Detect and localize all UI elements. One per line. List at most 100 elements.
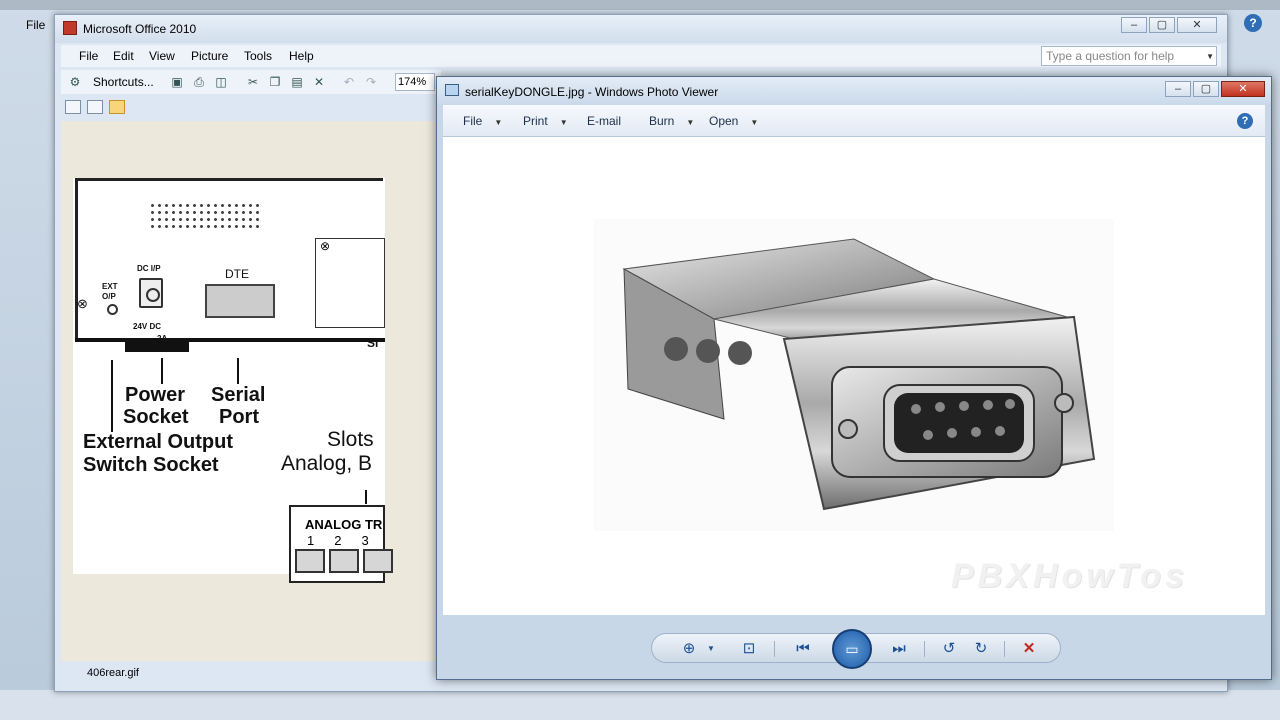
cmd-print[interactable]: Print ▼ [523, 114, 568, 128]
cmd-open[interactable]: Open ▼ [709, 114, 758, 128]
menu-edit[interactable]: Edit [113, 49, 134, 63]
next-icon[interactable]: ⏭ [888, 639, 910, 659]
ext-output-label-2: Switch Socket [83, 454, 219, 476]
photo-viewer-title: serialKeyDONGLE.jpg - Windows Photo View… [465, 85, 719, 99]
chevron-down-icon: ▼ [494, 118, 503, 127]
slot-box [315, 238, 385, 328]
pv-maximize-button[interactable]: ▢ [1193, 81, 1219, 97]
slideshow-button[interactable]: ▭ [832, 629, 872, 669]
zoom-field[interactable]: 174% [395, 73, 435, 91]
close-button[interactable]: ✕ [1177, 17, 1217, 33]
serial-dongle-image [622, 238, 1096, 511]
chevron-down-icon: ▼ [750, 118, 759, 127]
paste-icon[interactable]: ▤ [289, 74, 305, 90]
cmd-burn[interactable]: Burn ▼ [649, 114, 694, 128]
ext-label-2: O/P [102, 292, 116, 301]
ext-jack-shape [107, 304, 118, 315]
analog-port [329, 549, 359, 573]
nav-separator [1004, 641, 1005, 657]
power-label-1: Power [125, 384, 186, 406]
photo-viewer-window: serialKeyDONGLE.jpg - Windows Photo View… [436, 76, 1272, 680]
pv-minimize-button[interactable]: – [1165, 81, 1191, 97]
photo-viewer-navbar: ⊕ ▼ ⊡ ⏮ ▭ ⏭ ↺ ↻ ✕ [651, 629, 1061, 669]
pv-close-button[interactable]: ✕ [1221, 81, 1265, 97]
redo-icon[interactable]: ↷ [363, 74, 379, 90]
actual-size-icon[interactable]: ⊡ [738, 639, 760, 659]
slots-leader-line [365, 490, 367, 504]
view-toolbar [61, 97, 441, 119]
slot-label-partial: Sl [367, 336, 379, 350]
maximize-button[interactable]: ▢ [1149, 17, 1175, 33]
power-socket-block [125, 340, 189, 352]
nav-separator [924, 641, 925, 657]
delete-icon[interactable]: ✕ [311, 74, 327, 90]
undo-icon[interactable]: ↶ [341, 74, 357, 90]
shortcuts-icon[interactable]: ⚙ [67, 74, 83, 90]
menu-picture[interactable]: Picture [191, 49, 228, 63]
slots-label-2: Analog, B [281, 452, 373, 475]
rear-panel-diagram: ⊗ EXT O/P DC I/P 24V DC 2A DTE Sl Power … [73, 178, 393, 583]
dc-volt-1: 24V DC [133, 322, 162, 331]
power-leader-line [161, 358, 163, 384]
save-icon[interactable]: ▣ [169, 74, 185, 90]
watermark-text: PBXHowTos [951, 557, 1188, 595]
power-label-2: Socket [123, 406, 189, 428]
help-search-input[interactable]: Type a question for help ▼ [1041, 46, 1217, 66]
cmd-email[interactable]: E-mail [587, 114, 621, 128]
previous-icon[interactable]: ⏮ [792, 639, 814, 659]
status-filename: 406rear.gif [87, 667, 139, 679]
analog-numbers: 123 [307, 533, 389, 548]
diagram-pin-row [149, 202, 259, 228]
background-help-icon[interactable]: ? [1244, 14, 1262, 32]
analog-port [295, 549, 325, 573]
chevron-down-icon: ▼ [686, 118, 695, 127]
menu-file[interactable]: File [79, 49, 98, 63]
cut-icon[interactable]: ✂ [245, 74, 261, 90]
dc-jack-shape [139, 278, 163, 308]
print-icon[interactable]: ⎙ [191, 74, 207, 90]
photo-viewer-titlebar: serialKeyDONGLE.jpg - Windows Photo View… [437, 77, 1271, 105]
office-app-icon [63, 21, 77, 35]
thumbnail-view-icon[interactable] [65, 100, 81, 114]
serial-label-2: Port [219, 406, 259, 428]
office-toolbar: ⚙ Shortcuts... ▣ ⎙ ◫ ✂ ❐ ▤ ✕ ↶ ↷ 174% [61, 70, 441, 94]
background-status-bar [0, 690, 1280, 720]
zoom-icon[interactable]: ⊕ [678, 639, 700, 659]
menu-help[interactable]: Help [289, 49, 314, 63]
cmd-burn-label: Burn [649, 114, 675, 128]
office-status-bar: 406rear.gif [61, 663, 441, 685]
photo-viewer-app-icon [445, 84, 459, 96]
copy-icon[interactable]: ❐ [267, 74, 283, 90]
photo-viewer-commandbar: File ▼ Print ▼ E-mail Burn ▼ Open ▼ ? [443, 105, 1265, 137]
analog-port [363, 549, 393, 573]
rotate-right-icon[interactable]: ↻ [970, 639, 992, 659]
menu-view[interactable]: View [149, 49, 175, 63]
screw-icon: ⊗ [77, 296, 88, 311]
rotate-left-icon[interactable]: ↺ [938, 639, 960, 659]
chevron-down-icon[interactable]: ▼ [700, 639, 722, 659]
nav-separator [774, 641, 775, 657]
shortcuts-button[interactable]: Shortcuts... [93, 75, 154, 89]
ext-output-label-1: External Output [83, 431, 234, 453]
diagram-panel-edge [75, 338, 385, 342]
dte-label: DTE [225, 267, 249, 281]
dte-connector [205, 284, 275, 318]
analog-label: ANALOG TR [305, 517, 383, 532]
minimize-button[interactable]: – [1121, 17, 1147, 33]
dc-label: DC I/P [137, 264, 161, 273]
menu-tools[interactable]: Tools [244, 49, 272, 63]
help-icon[interactable]: ? [1237, 113, 1253, 129]
cmd-open-label: Open [709, 114, 739, 128]
single-view-icon[interactable] [109, 100, 125, 114]
office-window-title: Microsoft Office 2010 [83, 22, 197, 36]
chevron-down-icon[interactable]: ▼ [1206, 52, 1214, 61]
background-menu-file[interactable]: File [26, 18, 45, 32]
cmd-file[interactable]: File ▼ [463, 114, 502, 128]
chevron-down-icon: ▼ [559, 118, 568, 127]
dongle-photo [594, 219, 1114, 531]
preview-icon[interactable]: ◫ [213, 74, 229, 90]
photo-viewer-content: PBXHowTos [443, 137, 1265, 615]
slots-label-1: Slots [327, 428, 374, 451]
filmstrip-view-icon[interactable] [87, 100, 103, 114]
delete-icon[interactable]: ✕ [1018, 639, 1040, 659]
